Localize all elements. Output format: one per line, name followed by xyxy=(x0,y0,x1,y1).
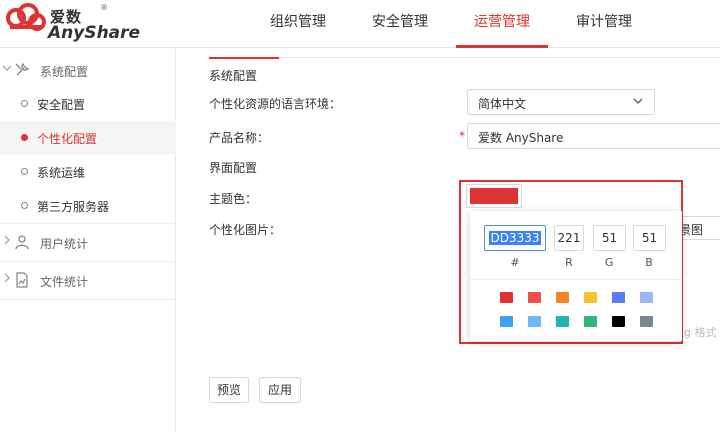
color-picker-panel: DD3333 221 51 51 # R G B xyxy=(470,211,682,341)
language-select[interactable]: 简体中文 xyxy=(467,89,655,115)
chevron-right-icon xyxy=(2,235,12,247)
bullet-icon xyxy=(21,134,28,141)
sidebar-group-user-stats[interactable]: 用户统计 xyxy=(0,223,176,261)
hex-input-value: DD3333 xyxy=(489,231,541,245)
sidebar-item-system-ops[interactable]: 系统运维 xyxy=(0,155,176,189)
green-input[interactable]: 51 xyxy=(593,225,626,251)
sidebar-divider xyxy=(0,299,176,300)
user-icon xyxy=(14,234,30,250)
logo-mark-icon xyxy=(6,3,46,31)
nav-operations-management[interactable]: 运营管理 xyxy=(456,0,548,48)
preset-color-swatch[interactable] xyxy=(500,316,513,327)
app-root: 爱数 ® AnyShare 组织管理 安全管理 运营管理 审计管理 系统配置 安… xyxy=(0,0,720,432)
tab-divider xyxy=(279,57,720,58)
sidebar-group-label: 系统配置 xyxy=(40,65,89,79)
product-name-value: 爱数 AnyShare xyxy=(478,131,564,145)
tools-icon xyxy=(14,62,30,78)
ui-config-label: 界面配置 xyxy=(209,161,258,175)
red-label: R xyxy=(565,256,573,269)
preview-button[interactable]: 预览 xyxy=(209,377,249,403)
preset-color-swatch[interactable] xyxy=(640,316,653,327)
logo-english-text: AnyShare xyxy=(48,23,141,43)
product-name-input[interactable]: 爱数 AnyShare xyxy=(467,123,720,149)
preset-color-swatch[interactable] xyxy=(640,292,653,303)
sidebar: 系统配置 安全配置 个性化配置 系统运维 第三方服务器 用户统计 文件统计 xyxy=(0,49,176,432)
nav-org-management[interactable]: 组织管理 xyxy=(258,0,338,48)
sidebar-item-label: 系统运维 xyxy=(37,166,86,180)
red-input[interactable]: 221 xyxy=(554,225,584,251)
file-chart-icon xyxy=(14,272,30,288)
bullet-icon xyxy=(21,202,28,209)
sidebar-group-label: 用户统计 xyxy=(40,237,89,251)
active-tab-indicator xyxy=(209,57,279,59)
sidebar-item-personalization[interactable]: 个性化配置 xyxy=(0,121,176,155)
preset-color-swatch[interactable] xyxy=(556,316,569,327)
green-label: G xyxy=(604,256,614,269)
blue-label: B xyxy=(645,256,653,269)
sidebar-item-security-config[interactable]: 安全配置 xyxy=(0,87,176,121)
preset-color-swatch[interactable] xyxy=(528,292,541,303)
top-header: 爱数 ® AnyShare 组织管理 安全管理 运营管理 审计管理 xyxy=(0,0,720,48)
language-label: 个性化资源的语言环境： xyxy=(209,97,342,111)
sidebar-group-system-config[interactable]: 系统配置 xyxy=(0,51,176,89)
sidebar-item-label: 第三方服务器 xyxy=(37,200,110,214)
sidebar-item-label: 个性化配置 xyxy=(37,132,98,146)
sidebar-item-label: 安全配置 xyxy=(37,98,86,112)
preset-color-swatch[interactable] xyxy=(528,316,541,327)
apply-button[interactable]: 应用 xyxy=(259,377,301,403)
preset-color-swatch[interactable] xyxy=(556,292,569,303)
chevron-down-icon xyxy=(632,95,644,107)
sidebar-group-file-stats[interactable]: 文件统计 xyxy=(0,261,176,299)
preset-color-swatch[interactable] xyxy=(612,316,625,327)
sidebar-item-third-party-server[interactable]: 第三方服务器 xyxy=(0,189,176,223)
personalized-image-label: 个性化图片： xyxy=(209,223,282,237)
picker-divider xyxy=(470,279,682,280)
preset-color-swatch[interactable] xyxy=(584,316,597,327)
current-color-swatch xyxy=(470,188,518,204)
preset-color-swatch[interactable] xyxy=(500,292,513,303)
anyshare-logo[interactable]: 爱数 ® AnyShare xyxy=(4,3,144,45)
blue-input[interactable]: 51 xyxy=(633,225,666,251)
product-name-label: 产品名称： xyxy=(209,131,270,145)
sidebar-group-label: 文件统计 xyxy=(40,275,89,289)
hex-input[interactable]: DD3333 xyxy=(484,225,546,251)
nav-security-management[interactable]: 安全管理 xyxy=(360,0,440,48)
preset-color-swatch[interactable] xyxy=(584,292,597,303)
chevron-down-icon xyxy=(2,63,12,75)
bullet-icon xyxy=(21,100,28,107)
language-select-value: 简体中文 xyxy=(478,97,527,111)
chevron-right-icon xyxy=(2,273,12,285)
bullet-icon xyxy=(21,168,28,175)
section-title: 系统配置 xyxy=(209,69,258,83)
theme-color-swatch-button[interactable] xyxy=(466,184,522,208)
logo-registered-mark: ® xyxy=(100,3,108,12)
theme-color-label: 主题色： xyxy=(209,192,258,206)
hex-label: # xyxy=(510,256,520,269)
nav-audit-management[interactable]: 审计管理 xyxy=(564,0,644,48)
preset-color-swatch[interactable] xyxy=(612,292,625,303)
required-asterisk: * xyxy=(459,129,465,143)
